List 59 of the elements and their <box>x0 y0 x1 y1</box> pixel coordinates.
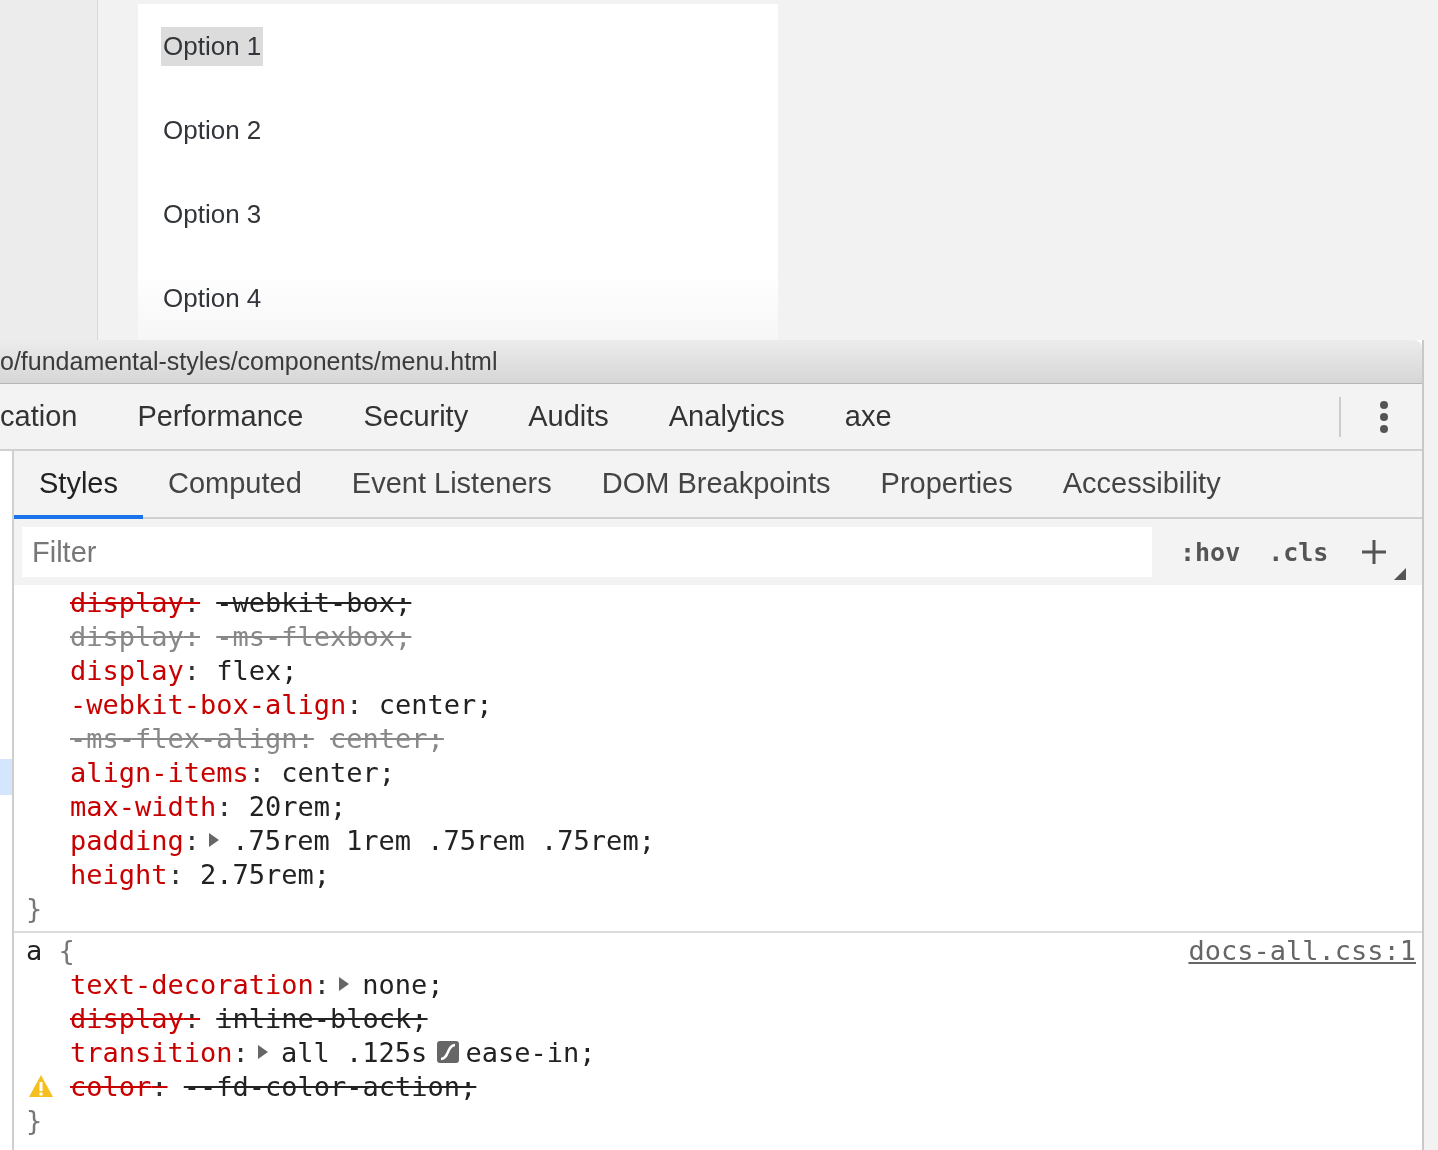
easing-curve-icon[interactable] <box>437 1041 460 1063</box>
property-name[interactable]: -ms-flex-align: <box>70 722 314 754</box>
property-value[interactable]: 20rem; <box>248 790 347 822</box>
property-name[interactable]: text-decoration: <box>70 968 331 1000</box>
property-value[interactable]: all .125s <box>281 1036 428 1068</box>
menu-option[interactable]: Option 3 <box>161 194 264 234</box>
property-value[interactable]: none; <box>362 968 444 1000</box>
property-value[interactable]: ease-in; <box>465 1036 596 1068</box>
panel-tab[interactable]: cation <box>0 400 108 433</box>
property-name[interactable]: padding: <box>70 824 201 856</box>
expand-triangle-icon[interactable] <box>338 976 351 992</box>
add-icon[interactable] <box>1361 539 1388 565</box>
sidebar-tab[interactable]: Computed <box>143 451 327 519</box>
close-brace: } <box>26 892 43 924</box>
property-value[interactable]: center; <box>281 756 396 788</box>
menu-option[interactable]: Option 1 <box>161 26 264 66</box>
menu-option[interactable]: Option 2 <box>161 110 264 150</box>
more-menu-icon[interactable] <box>1379 399 1389 434</box>
menu-option[interactable]: Option 4 <box>161 278 264 318</box>
property-value[interactable]: center; <box>330 722 444 754</box>
window-title: o/fundamental-styles/components/menu.html <box>0 340 1422 384</box>
toolbar-toggle[interactable]: .cls <box>1268 537 1329 567</box>
toolbar-toggle[interactable]: :hov <box>1180 537 1241 567</box>
sidebar-tab[interactable]: Properties <box>855 451 1038 519</box>
corner-triangle-icon[interactable] <box>1394 568 1407 580</box>
sidebar-tab[interactable]: DOM Breakpoints <box>576 451 856 519</box>
panel-tab[interactable]: Security <box>333 400 499 433</box>
property-name[interactable]: display: <box>70 654 201 686</box>
expand-triangle-icon[interactable] <box>256 1044 269 1060</box>
close-brace: } <box>26 1104 43 1136</box>
panel-tab[interactable]: Performance <box>107 400 334 433</box>
property-name[interactable]: color: <box>70 1070 168 1102</box>
property-value[interactable]: --fd-color-action; <box>183 1070 477 1102</box>
expand-triangle-icon[interactable] <box>208 832 221 848</box>
property-name[interactable]: display: <box>70 1002 201 1034</box>
panel-tab[interactable]: axe <box>814 400 922 433</box>
selection-highlight <box>0 759 12 795</box>
sidebar-tab[interactable]: Event Listeners <box>326 451 577 519</box>
sidebar-tab[interactable]: Accessibility <box>1037 451 1246 519</box>
open-brace: { <box>58 934 75 966</box>
panel-tab[interactable]: Analytics <box>638 400 815 433</box>
property-name[interactable]: display: <box>70 586 201 618</box>
property-name[interactable]: height: <box>70 858 184 890</box>
property-value[interactable]: inline-block; <box>216 1002 428 1034</box>
property-value[interactable]: -ms-flexbox; <box>216 620 412 652</box>
property-value[interactable]: flex; <box>216 654 298 686</box>
property-name[interactable]: transition: <box>70 1036 249 1068</box>
property-value[interactable]: -webkit-box; <box>216 586 412 618</box>
panel-tab[interactable]: Audits <box>498 400 639 433</box>
source-link[interactable]: docs-all.css:1 <box>1188 934 1416 966</box>
property-value[interactable]: center; <box>378 688 493 720</box>
property-name[interactable]: display: <box>70 620 201 652</box>
property-name[interactable]: max-width: <box>70 790 233 822</box>
property-name[interactable]: -webkit-box-align: <box>70 688 363 720</box>
css-selector[interactable]: a <box>26 934 43 966</box>
property-value[interactable]: .75rem 1rem .75rem .75rem; <box>232 824 655 856</box>
property-name[interactable]: align-items: <box>70 756 266 788</box>
property-value[interactable]: 2.75rem; <box>200 858 331 890</box>
filter-field[interactable]: Filter <box>22 527 1152 577</box>
